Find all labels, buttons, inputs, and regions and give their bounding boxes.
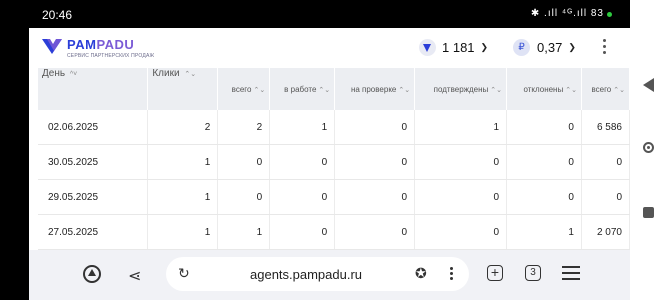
money-balance-value: 0,37 xyxy=(537,40,563,55)
column-header-confirmed[interactable]: подтверждены ⌃⌄ xyxy=(414,68,508,110)
sort-icon: ⌃⌄ xyxy=(184,71,197,78)
table-row: 02.06.2025 2 2 1 0 1 0 6 586 xyxy=(38,110,630,145)
column-header-on-review[interactable]: на проверке ⌃⌄ xyxy=(334,68,416,110)
column-header-total[interactable]: всего ⌃⌄ xyxy=(217,68,271,110)
sort-icon: ⌃⌄ xyxy=(398,86,411,94)
back-icon[interactable] xyxy=(643,78,654,92)
column-header-rejected[interactable]: отклонены ⌃⌄ xyxy=(506,68,582,110)
tabs-count-button[interactable]: 3 xyxy=(525,265,541,281)
column-header-total-2[interactable]: всего ⌃⌄ xyxy=(581,68,630,110)
sort-icon: ⌃⌄ xyxy=(565,86,577,94)
home-nav-icon[interactable] xyxy=(643,142,654,153)
column-header-day[interactable]: День ^˅ xyxy=(38,68,149,110)
reload-icon[interactable]: ↻ xyxy=(178,265,190,282)
assistant-icon[interactable]: ✪ xyxy=(415,265,427,282)
share-icon[interactable]: ⋖ xyxy=(128,266,141,286)
home-icon[interactable] xyxy=(83,265,101,283)
logo-mark-icon xyxy=(41,37,63,55)
sort-icon: ⌃⌄ xyxy=(490,86,503,94)
table-row: 29.05.2025 1 0 0 0 0 0 0 xyxy=(38,179,630,215)
sort-icon: ⌃⌄ xyxy=(613,86,625,94)
status-dot-icon xyxy=(607,12,612,17)
ruble-icon: ₽ xyxy=(513,39,530,56)
page-menu-icon[interactable] xyxy=(450,267,453,282)
stats-table: День ^˅ Клики ⌃⌄ всего ⌃⌄ в работе ⌃⌄ на п… xyxy=(38,68,630,250)
browser-menu-icon[interactable] xyxy=(562,266,580,284)
app-window: PAMPADU СЕРВИС ПАРТНЕРСКИХ ПРОДАЖ 1 181 … xyxy=(29,28,630,300)
recent-apps-icon[interactable] xyxy=(643,207,654,218)
table-row: 30.05.2025 1 0 0 0 0 0 0 xyxy=(38,144,630,180)
balance-dropdown[interactable]: 1 181 ❯ xyxy=(419,39,488,56)
logo-title: PAMPADU xyxy=(67,37,135,52)
chevron-down-icon: ❯ xyxy=(480,42,489,52)
sort-icon: ⌃⌄ xyxy=(253,86,266,94)
money-balance-dropdown[interactable]: ₽ 0,37 ❯ xyxy=(513,39,576,56)
sort-icon: ^˅ xyxy=(69,71,78,78)
status-time: 20:46 xyxy=(42,8,73,22)
logo[interactable]: PAMPADU СЕРВИС ПАРТНЕРСКИХ ПРОДАЖ xyxy=(41,37,154,59)
shield-icon xyxy=(419,39,436,56)
sort-icon: ⌃⌄ xyxy=(318,86,331,94)
left-edge xyxy=(0,0,29,300)
app-header: PAMPADU СЕРВИС ПАРТНЕРСКИХ ПРОДАЖ 1 181 … xyxy=(29,28,630,68)
column-header-in-work[interactable]: в работе ⌃⌄ xyxy=(269,68,336,110)
browser-toolbar: ⋖ ↻ agents.pampadu.ru ✪ + 3 xyxy=(29,250,630,300)
status-bar: 20:46 ✱ .ıll ⁴ᴳ.ıll 83 xyxy=(29,0,630,28)
table-row: 27.05.2025 1 1 0 0 0 1 2 070 xyxy=(38,214,630,250)
more-menu-icon[interactable] xyxy=(603,39,607,57)
new-tab-icon[interactable]: + xyxy=(487,265,503,281)
balance-value: 1 181 xyxy=(442,40,475,55)
column-header-clicks[interactable]: Клики ⌃⌄ xyxy=(147,68,219,110)
stats-table-container[interactable]: День ^˅ Клики ⌃⌄ всего ⌃⌄ в работе ⌃⌄ на п… xyxy=(38,68,630,250)
logo-subtitle: СЕРВИС ПАРТНЕРСКИХ ПРОДАЖ xyxy=(67,53,155,59)
address-bar[interactable]: ↻ agents.pampadu.ru ✪ xyxy=(166,257,469,291)
url-text: agents.pampadu.ru xyxy=(250,267,363,282)
status-icons: ✱ .ıll ⁴ᴳ.ıll 83 xyxy=(530,8,604,19)
system-nav-bar xyxy=(630,0,667,300)
chevron-down-icon: ❯ xyxy=(568,42,576,52)
